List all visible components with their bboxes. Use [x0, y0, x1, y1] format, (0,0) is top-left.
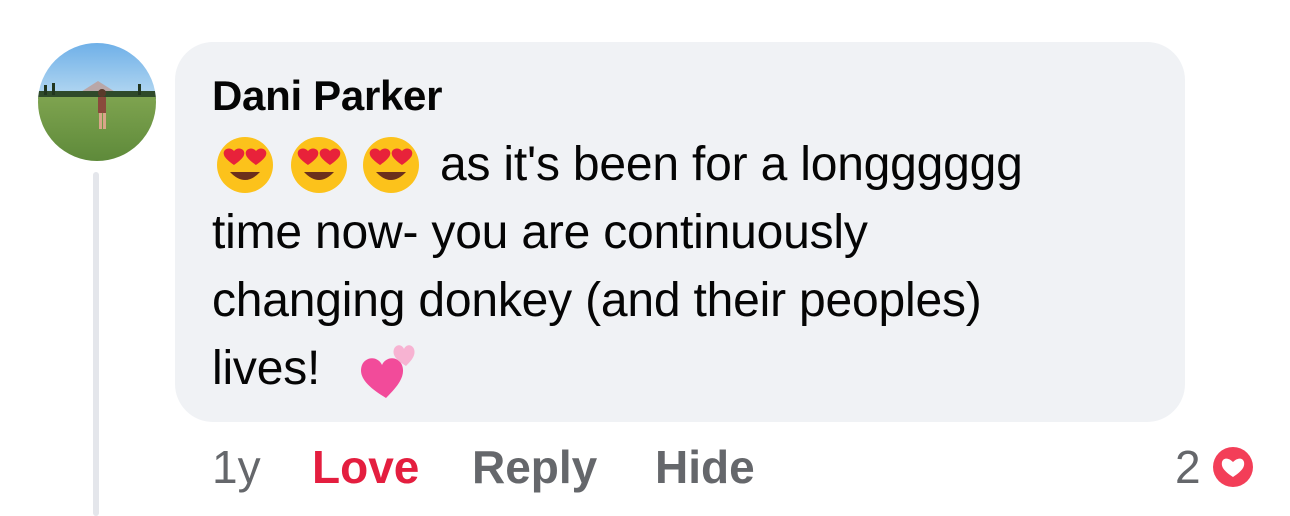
heart-eyes-emoji-icon — [291, 137, 347, 193]
two-hearts-emoji-icon — [361, 345, 415, 398]
comment-text-line-1: as it's been for a longggggg — [440, 138, 1023, 191]
comment-text-line-3: changing donkey (and their peoples) — [212, 274, 982, 327]
comment-text-line-2: time now- you are continuously — [212, 206, 868, 259]
thread-line — [93, 172, 99, 516]
love-reaction-icon[interactable] — [1208, 442, 1258, 492]
avatar[interactable] — [38, 43, 156, 161]
comment-timestamp[interactable]: 1y — [212, 440, 261, 494]
heart-eyes-emoji-icon — [217, 137, 273, 193]
comment-text-line-4: lives! — [212, 342, 321, 395]
comment-author[interactable]: Dani Parker — [212, 72, 442, 120]
reaction-count[interactable]: 2 — [1175, 440, 1201, 494]
heart-eyes-emoji-icon — [363, 137, 419, 193]
hide-button[interactable]: Hide — [655, 440, 755, 494]
love-button[interactable]: Love — [312, 440, 419, 494]
avatar-image — [38, 43, 156, 161]
reply-button[interactable]: Reply — [472, 440, 597, 494]
